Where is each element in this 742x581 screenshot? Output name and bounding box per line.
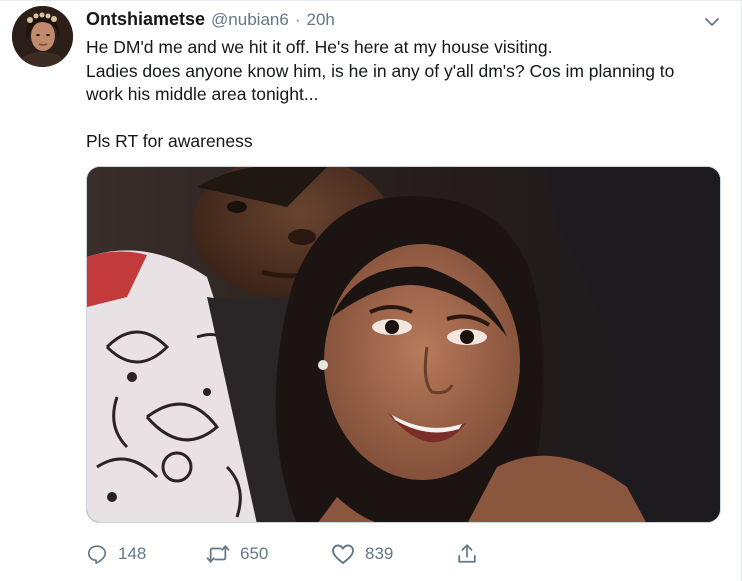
like-button[interactable]: 839 <box>331 541 393 567</box>
timestamp[interactable]: 20h <box>306 10 334 30</box>
tweet-text-line: work his middle area tonight... <box>86 84 319 104</box>
chevron-down-icon <box>705 18 719 26</box>
retweet-icon <box>206 545 230 563</box>
tweet-text-line: He DM'd me and we hit it off. He's here … <box>86 37 553 57</box>
selfie-photo <box>87 167 720 522</box>
tweet[interactable]: Ontshiametse @nubian6 · 20h He DM'd me a… <box>0 0 742 581</box>
separator-dot: · <box>294 10 301 29</box>
tweet-text-line: Ladies does anyone know him, is he in an… <box>86 60 675 81</box>
avatar[interactable] <box>12 6 73 67</box>
tweet-header: Ontshiametse @nubian6 · 20h <box>86 9 335 31</box>
tweet-actions: 148 650 839 <box>86 541 506 567</box>
avatar-image <box>12 6 73 67</box>
tweet-photo[interactable] <box>86 166 721 523</box>
like-count: 839 <box>365 544 394 563</box>
heart-icon <box>332 544 354 564</box>
tweet-text: He DM'd me and we hit it off. He's here … <box>86 36 726 154</box>
retweet-count: 650 <box>240 544 269 563</box>
tweet-menu-button[interactable] <box>701 11 723 33</box>
user-handle[interactable]: @nubian6 <box>211 10 289 30</box>
reply-icon <box>87 545 107 564</box>
display-name[interactable]: Ontshiametse <box>86 9 205 30</box>
reply-count: 148 <box>118 544 147 563</box>
reply-button[interactable]: 148 <box>86 541 146 567</box>
tweet-text-line: Pls RT for awareness <box>86 131 253 151</box>
retweet-button[interactable]: 650 <box>206 541 268 567</box>
share-icon <box>458 544 476 563</box>
share-button[interactable] <box>456 541 478 567</box>
